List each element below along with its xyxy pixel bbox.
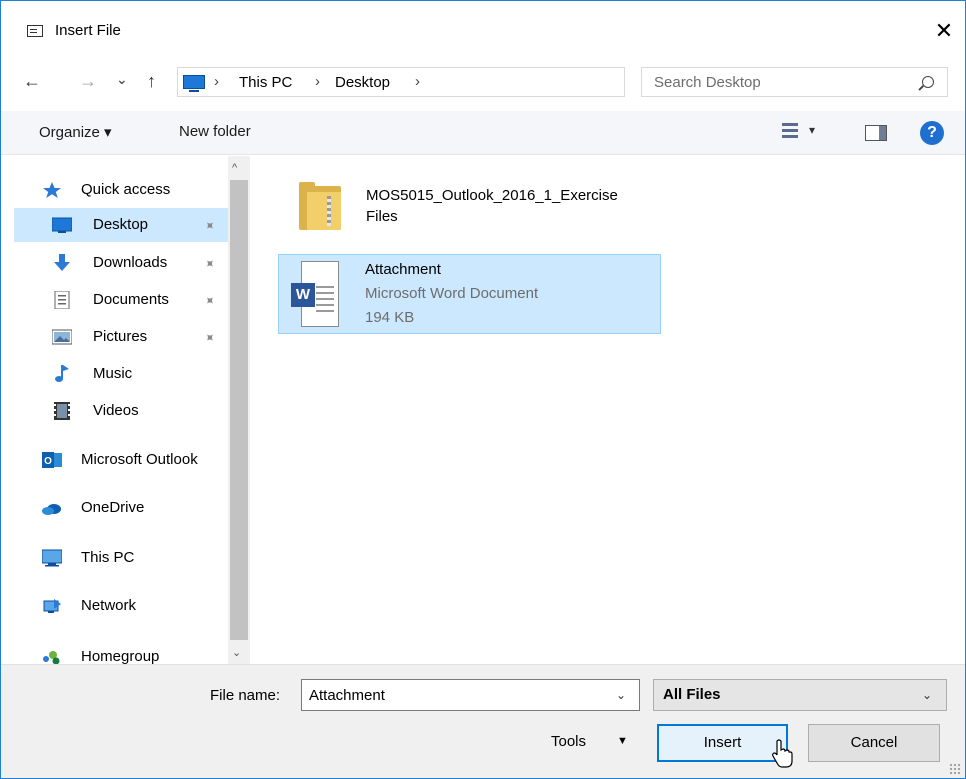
file-name-value: Attachment bbox=[309, 687, 385, 704]
this-pc-icon bbox=[42, 549, 62, 567]
address-row: ← → ⌄ ↑ › This PC › Desktop › ⌄ ↻ Search… bbox=[1, 55, 965, 109]
file-name-input[interactable]: Attachment ⌄ bbox=[301, 679, 640, 711]
file-list: MOS5015_Outlook_2016_1_Exercise Files W … bbox=[251, 156, 965, 664]
nav-label: Documents bbox=[93, 291, 169, 308]
chevron-down-icon[interactable]: ⌄ bbox=[616, 688, 626, 702]
onedrive-icon bbox=[42, 504, 61, 515]
download-icon bbox=[54, 254, 70, 271]
pin-icon: ✦ bbox=[200, 254, 219, 273]
file-name-label: File name: bbox=[210, 687, 281, 704]
nav-item-music[interactable]: Music bbox=[14, 357, 224, 391]
breadcrumb-desktop[interactable]: Desktop bbox=[335, 74, 390, 91]
title-bar: Insert File ✕ bbox=[1, 1, 965, 55]
nav-label: Downloads bbox=[93, 254, 168, 271]
scroll-up-button[interactable]: ^ bbox=[232, 162, 237, 174]
preview-pane-icon[interactable] bbox=[865, 125, 887, 141]
nav-item-quick-access[interactable]: Quick access bbox=[14, 173, 224, 207]
nav-label: Desktop bbox=[93, 216, 149, 233]
file-name: Attachment bbox=[365, 261, 441, 278]
nav-item-pictures[interactable]: Pictures ✦ bbox=[14, 320, 224, 354]
videos-icon bbox=[54, 402, 70, 420]
file-type: Microsoft Word Document bbox=[365, 285, 539, 302]
cancel-button[interactable]: Cancel bbox=[808, 724, 940, 762]
dialog-icon bbox=[27, 25, 43, 37]
file-type-value: All Files bbox=[663, 686, 721, 703]
new-folder-button[interactable]: New folder bbox=[179, 123, 251, 140]
nav-item-microsoft-outlook[interactable]: O Microsoft Outlook bbox=[14, 443, 224, 477]
nav-item-this-pc[interactable]: This PC bbox=[14, 541, 224, 575]
up-button[interactable]: ↑ bbox=[147, 71, 156, 91]
nav-label: Videos bbox=[93, 402, 139, 419]
nav-label: Quick access bbox=[81, 181, 171, 198]
close-button[interactable]: ✕ bbox=[929, 16, 959, 46]
desktop-icon bbox=[52, 217, 72, 233]
folder-icon bbox=[299, 182, 341, 230]
forward-button[interactable]: → bbox=[79, 71, 97, 91]
pin-icon: ✦ bbox=[200, 291, 219, 310]
nav-label: Homegroup bbox=[81, 648, 160, 665]
word-document-icon: W bbox=[291, 261, 339, 327]
search-icon[interactable] bbox=[922, 76, 934, 88]
network-icon bbox=[43, 599, 61, 613]
search-placeholder: Search Desktop bbox=[654, 74, 761, 91]
nav-label: Network bbox=[81, 597, 137, 614]
search-input[interactable]: Search Desktop bbox=[641, 67, 948, 97]
back-button[interactable]: ← bbox=[23, 71, 41, 91]
bottom-panel: File name: Attachment ⌄ All Files ⌄ Tool… bbox=[1, 664, 965, 778]
command-bar: Organize ▾ New folder ▾ ? bbox=[1, 111, 965, 155]
scroll-down-button[interactable]: ⌄ bbox=[232, 646, 241, 659]
star-icon bbox=[43, 182, 61, 198]
this-pc-icon bbox=[183, 75, 205, 92]
documents-icon bbox=[54, 291, 70, 309]
help-icon[interactable]: ? bbox=[920, 121, 944, 145]
tools-button[interactable]: Tools bbox=[551, 733, 586, 750]
breadcrumb-this-pc[interactable]: This PC bbox=[239, 74, 292, 91]
insert-button[interactable]: Insert bbox=[657, 724, 788, 762]
svg-text:O: O bbox=[44, 456, 52, 467]
tools-dropdown-icon[interactable]: ▼ bbox=[617, 735, 628, 747]
nav-label: Music bbox=[93, 365, 133, 382]
breadcrumb-separator[interactable]: › bbox=[415, 73, 420, 90]
nav-item-videos[interactable]: Videos bbox=[14, 394, 224, 428]
nav-item-network[interactable]: Network bbox=[14, 589, 224, 623]
navigation-pane: Quick access Desktop ✦ Downloads ✦ Docum… bbox=[1, 156, 251, 665]
nav-item-desktop[interactable]: Desktop ✦ bbox=[14, 208, 229, 242]
nav-item-onedrive[interactable]: OneDrive bbox=[14, 491, 224, 525]
file-item-attachment[interactable]: W Attachment Microsoft Word Document 194… bbox=[278, 254, 661, 334]
breadcrumb-separator[interactable]: › bbox=[214, 73, 219, 90]
organize-button[interactable]: Organize ▾ bbox=[39, 123, 112, 141]
outlook-icon: O bbox=[42, 452, 62, 468]
address-bar[interactable]: › This PC › Desktop › ⌄ ↻ bbox=[177, 67, 784, 97]
mouse-cursor-icon bbox=[772, 739, 793, 768]
nav-scrollbar[interactable]: ^ ⌄ bbox=[228, 156, 250, 664]
insert-file-dialog: Insert File ✕ ← → ⌄ ↑ › This PC › Deskto… bbox=[0, 0, 966, 779]
file-type-select[interactable]: All Files ⌄ bbox=[653, 679, 947, 711]
pin-icon: ✦ bbox=[200, 216, 219, 235]
view-options-dropdown[interactable]: ▾ bbox=[809, 123, 815, 137]
dialog-title: Insert File bbox=[55, 22, 121, 39]
file-name-line-2: Files bbox=[366, 208, 398, 225]
nav-item-downloads[interactable]: Downloads ✦ bbox=[14, 246, 224, 280]
music-icon bbox=[55, 365, 69, 382]
chevron-down-icon: ⌄ bbox=[922, 688, 933, 702]
file-item-folder[interactable]: MOS5015_Outlook_2016_1_Exercise Files bbox=[279, 170, 659, 250]
file-size: 194 KB bbox=[365, 309, 415, 326]
pictures-icon bbox=[52, 329, 72, 345]
nav-label: Pictures bbox=[93, 328, 148, 345]
nav-label: OneDrive bbox=[81, 499, 145, 516]
scroll-thumb[interactable] bbox=[230, 180, 248, 640]
breadcrumb-separator[interactable]: › bbox=[315, 73, 320, 90]
file-name: MOS5015_Outlook_2016_1_Exercise bbox=[366, 187, 618, 204]
pin-icon: ✦ bbox=[200, 328, 219, 347]
nav-label: Microsoft Outlook bbox=[81, 451, 198, 468]
nav-label: This PC bbox=[81, 549, 135, 566]
resize-grip[interactable] bbox=[949, 763, 961, 775]
change-view-icon[interactable] bbox=[782, 123, 798, 139]
nav-item-documents[interactable]: Documents ✦ bbox=[14, 283, 224, 317]
recent-locations-button[interactable]: ⌄ bbox=[116, 69, 128, 89]
